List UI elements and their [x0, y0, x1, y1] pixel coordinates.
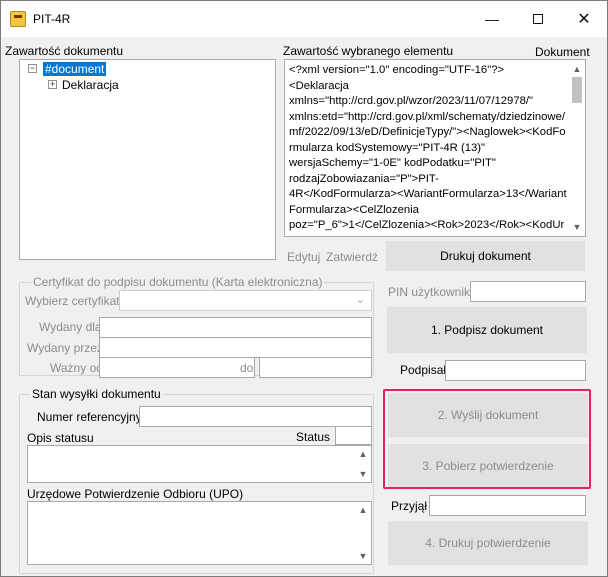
received-label: Przyjął	[391, 499, 428, 513]
choose-certificate-label: Wybierz certyfikat	[25, 294, 120, 308]
issued-to-label: Wydany dla	[39, 320, 102, 334]
certificate-group-title: Certyfikat do podpisu dokumentu (Karta e…	[31, 275, 325, 289]
received-field[interactable]	[429, 495, 586, 516]
scroll-down-icon[interactable]: ▼	[571, 221, 583, 233]
print-confirmation-button[interactable]: 4. Drukuj potwierdzenie	[388, 521, 588, 565]
status-desc-field[interactable]: ▲ ▼	[27, 445, 372, 483]
scroll-up-icon[interactable]: ▲	[357, 448, 369, 460]
issued-by-field[interactable]	[99, 337, 372, 358]
signed-field[interactable]	[445, 360, 586, 381]
valid-from-field[interactable]	[99, 357, 255, 378]
ref-number-field[interactable]	[139, 406, 372, 427]
minimize-button[interactable]: —	[469, 1, 515, 37]
status-field[interactable]	[335, 426, 372, 445]
close-button[interactable]: ✕	[561, 1, 607, 37]
upo-field[interactable]: ▲ ▼	[27, 501, 372, 565]
tree-node-document[interactable]: #document	[43, 62, 107, 76]
highlight-frame	[383, 389, 591, 489]
shipping-group-title: Stan wysyłki dokumentu	[30, 387, 163, 401]
scroll-up-icon[interactable]: ▲	[357, 504, 369, 516]
status-label: Status	[296, 430, 331, 444]
print-document-button[interactable]: Drukuj dokument	[386, 241, 585, 271]
scroll-down-icon[interactable]: ▼	[357, 468, 369, 480]
window-title: PIT-4R	[33, 12, 71, 26]
edit-button[interactable]: Edytuj	[287, 250, 320, 264]
sign-document-button[interactable]: 1. Podpisz dokument	[387, 307, 587, 353]
document-label: Dokument	[535, 45, 590, 59]
title-bar: PIT-4R — ✕	[1, 1, 607, 37]
element-label: Zawartość wybranego elementu	[283, 44, 454, 58]
app-icon	[10, 11, 26, 27]
window: PIT-4R — ✕ Zawartość dokumentu − #docume…	[0, 0, 608, 577]
collapse-icon[interactable]: −	[28, 64, 37, 73]
pin-field[interactable]	[470, 281, 586, 302]
valid-to-label: do	[240, 361, 254, 375]
document-tree[interactable]: − #document + Deklaracja	[19, 59, 276, 260]
upo-label: Urzędowe Potwierdzenie Odbioru (UPO)	[27, 487, 244, 501]
xml-text: <?xml version="1.0" encoding="UTF-16"?> …	[289, 64, 567, 231]
issued-by-label: Wydany przez	[27, 341, 103, 355]
scroll-down-icon[interactable]: ▼	[357, 550, 369, 562]
valid-from-label: Ważny od	[50, 361, 103, 375]
approve-button[interactable]: Zatwierdź	[326, 250, 378, 264]
pin-label: PIN użytkownika	[388, 285, 477, 299]
xml-content-box[interactable]: <?xml version="1.0" encoding="UTF-16"?> …	[284, 59, 586, 237]
ref-number-label: Numer referencyjny	[37, 410, 142, 424]
tree-node-deklaracja[interactable]: Deklaracja	[62, 78, 119, 92]
certificate-select[interactable]: ⌄	[119, 290, 372, 311]
chevron-down-icon: ⌄	[355, 294, 365, 306]
issued-to-field[interactable]	[99, 317, 372, 338]
signed-label: Podpisał	[400, 363, 447, 377]
tree-label: Zawartość dokumentu	[5, 44, 124, 58]
status-desc-label: Opis statusu	[27, 431, 94, 445]
valid-to-field[interactable]	[259, 357, 372, 378]
expand-icon[interactable]: +	[48, 80, 57, 89]
scrollbar-thumb[interactable]	[572, 77, 582, 103]
maximize-button[interactable]	[515, 1, 561, 37]
scroll-up-icon[interactable]: ▲	[571, 63, 583, 75]
main-content: Zawartość dokumentu − #document + Deklar…	[2, 37, 606, 576]
